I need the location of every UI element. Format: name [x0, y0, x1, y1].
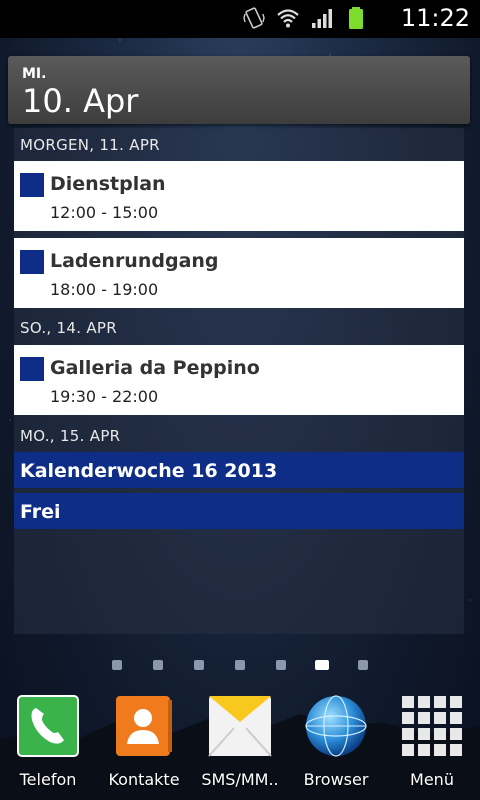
all-day-event[interactable]: Frei	[14, 493, 464, 529]
day-label-monday: MO., 15. APR	[20, 427, 121, 445]
event-color-marker	[20, 250, 44, 274]
dock-app-kontakte[interactable]: Kontakte	[99, 694, 189, 789]
calendar-widget-header[interactable]: MI. 10. Apr	[8, 56, 470, 124]
current-date: 10. Apr	[22, 82, 139, 120]
app-label: Telefon	[19, 770, 77, 789]
messaging-icon	[208, 696, 272, 757]
dock-app-messaging[interactable]: SMS/MM..	[195, 694, 285, 789]
app-dock: Telefon Kontakte SMS/MM.. Browser Menü	[0, 684, 480, 800]
event-item[interactable]: Galleria da Peppino 19:30 - 22:00	[14, 345, 464, 415]
event-title: Ladenrundgang	[50, 250, 219, 272]
page-dot[interactable]	[235, 660, 245, 670]
dock-app-telefon[interactable]: Telefon	[3, 694, 93, 789]
dock-app-browser[interactable]: Browser	[291, 694, 381, 789]
app-label: Browser	[303, 770, 369, 789]
app-label: Menü	[410, 770, 454, 789]
event-title: Dienstplan	[50, 173, 166, 195]
event-item[interactable]: Ladenrundgang 18:00 - 19:00	[14, 238, 464, 308]
signal-icon	[312, 9, 332, 28]
all-day-event[interactable]: Kalenderwoche 16 2013	[14, 452, 464, 488]
event-time: 12:00 - 15:00	[50, 203, 159, 222]
clock: 11:22	[400, 4, 470, 32]
event-time: 19:30 - 22:00	[50, 387, 159, 406]
page-dot[interactable]	[153, 660, 163, 670]
browser-globe-icon	[305, 695, 367, 757]
event-color-marker	[20, 357, 44, 381]
page-dot-active[interactable]	[315, 660, 329, 670]
event-color-marker	[20, 173, 44, 197]
dock-app-menu[interactable]: Menü	[387, 694, 477, 789]
wifi-icon	[277, 9, 299, 28]
battery-icon	[349, 7, 363, 29]
event-time: 18:00 - 19:00	[50, 280, 159, 299]
app-grid-icon	[402, 696, 462, 756]
page-dot[interactable]	[194, 660, 204, 670]
page-dot[interactable]	[276, 660, 286, 670]
page-dot[interactable]	[112, 660, 122, 670]
phone-icon	[17, 695, 79, 757]
day-label-sunday: SO., 14. APR	[20, 319, 117, 337]
vibrate-icon	[243, 7, 265, 29]
event-title: Galleria da Peppino	[50, 357, 260, 379]
status-bar: 11:22	[0, 0, 480, 38]
app-label: SMS/MM..	[201, 770, 279, 789]
day-label-tomorrow: MORGEN, 11. APR	[20, 136, 160, 154]
day-of-week: MI.	[22, 66, 47, 82]
page-indicator	[0, 658, 480, 672]
event-item[interactable]: Dienstplan 12:00 - 15:00	[14, 161, 464, 231]
contacts-icon	[116, 696, 172, 756]
page-dot[interactable]	[358, 660, 368, 670]
app-label: Kontakte	[108, 770, 180, 789]
